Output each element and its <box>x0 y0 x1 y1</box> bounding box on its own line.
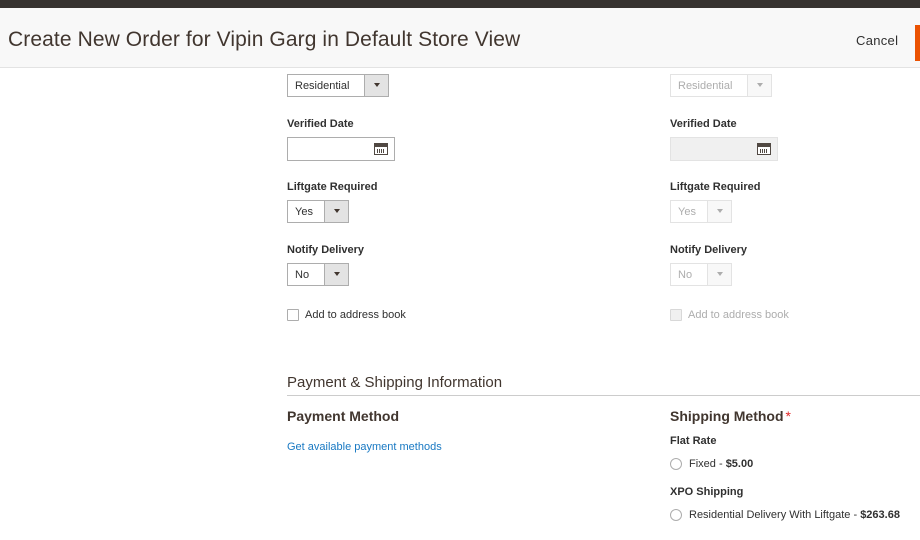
chevron-down-icon <box>707 201 731 222</box>
carrier-flat-rate: Flat Rate <box>670 435 717 447</box>
billing-verified-date-label: Verified Date <box>287 118 354 130</box>
carrier-xpo-shipping: XPO Shipping <box>670 486 744 498</box>
billing-liftgate-value: Yes <box>295 206 313 218</box>
admin-top-bar <box>0 0 920 8</box>
get-payment-methods-link[interactable]: Get available payment methods <box>287 441 442 453</box>
shipping-liftgate-select: Yes <box>670 200 732 223</box>
rate-separator: - <box>850 509 861 521</box>
shipping-verified-date-input <box>670 137 778 161</box>
billing-add-to-address-book-checkbox[interactable] <box>287 309 299 321</box>
required-marker: * <box>785 408 791 424</box>
section-divider <box>287 395 920 396</box>
shipping-rate-xpo[interactable]: Residential Delivery With Liftgate - $26… <box>689 509 900 521</box>
shipping-address-type-select: Residential <box>670 74 772 97</box>
payment-method-title: Payment Method <box>287 408 400 424</box>
page-header: Create New Order for Vipin Garg in Defau… <box>0 8 920 68</box>
billing-notify-label: Notify Delivery <box>287 244 365 256</box>
rate-price: $5.00 <box>725 458 754 470</box>
chevron-down-icon <box>324 201 348 222</box>
billing-notify-value: No <box>295 269 310 281</box>
shipping-add-to-address-book-label: Add to address book <box>688 309 789 321</box>
cancel-button[interactable]: Cancel <box>856 33 898 48</box>
rate-label: Residential Delivery With Liftgate <box>689 509 851 521</box>
shipping-notify-value: No <box>678 269 693 281</box>
shipping-notify-select: No <box>670 263 732 286</box>
shipping-rate-radio-xpo[interactable] <box>670 509 682 521</box>
page-title: Create New Order for Vipin Garg in Defau… <box>8 28 521 51</box>
shipping-liftgate-value: Yes <box>678 206 696 218</box>
shipping-liftgate-label: Liftgate Required <box>670 181 761 193</box>
chevron-down-icon <box>707 264 731 285</box>
rate-label: Fixed <box>689 458 716 470</box>
payment-shipping-section-title: Payment & Shipping Information <box>287 374 503 391</box>
billing-liftgate-select[interactable]: Yes <box>287 200 349 223</box>
shipping-rate-flat[interactable]: Fixed - $5.00 <box>689 458 753 470</box>
billing-address-type-select[interactable]: Residential <box>287 74 389 97</box>
shipping-address-type-value: Residential <box>678 80 733 92</box>
billing-add-to-address-book-label[interactable]: Add to address book <box>305 309 406 321</box>
billing-liftgate-label: Liftgate Required <box>287 181 378 193</box>
shipping-rate-radio-flat[interactable] <box>670 458 682 470</box>
calendar-icon[interactable] <box>374 143 388 155</box>
chevron-down-icon <box>364 75 388 96</box>
chevron-down-icon <box>324 264 348 285</box>
shipping-method-title: Shipping Method * <box>670 408 791 424</box>
calendar-icon <box>757 143 771 155</box>
rate-price: $263.68 <box>860 509 900 521</box>
billing-address-type-value: Residential <box>295 80 350 92</box>
billing-verified-date-input[interactable] <box>287 137 395 161</box>
rate-separator: - <box>715 458 726 470</box>
shipping-method-title-text: Shipping Method <box>670 408 784 424</box>
shipping-verified-date-label: Verified Date <box>670 118 737 130</box>
chevron-down-icon <box>747 75 771 96</box>
billing-notify-select[interactable]: No <box>287 263 349 286</box>
shipping-add-to-address-book-checkbox <box>670 309 682 321</box>
shipping-notify-label: Notify Delivery <box>670 244 748 256</box>
submit-order-button[interactable] <box>915 25 920 61</box>
